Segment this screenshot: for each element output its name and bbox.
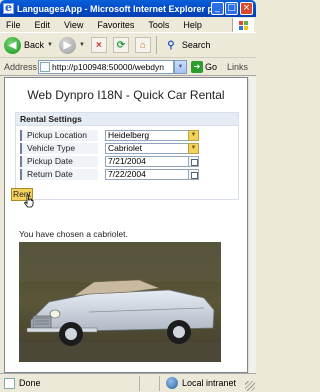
go-arrow-icon[interactable]: ➜ [191, 60, 203, 73]
refresh-icon[interactable]: ⟳ [112, 37, 129, 53]
page-title: Web Dynpro I18N - Quick Car Rental [27, 88, 225, 102]
menu-view[interactable]: View [60, 20, 83, 30]
window-titlebar: LanguagesApp - Microsoft Internet Explor… [0, 0, 256, 17]
chevron-down-icon[interactable]: ▼ [188, 143, 199, 154]
group-title: Rental Settings [16, 113, 238, 126]
calendar-icon[interactable] [188, 156, 199, 167]
address-url: http://p100948:50000/webdyn [52, 61, 165, 72]
rental-settings-group: Rental Settings Pickup Location Heidelbe… [15, 112, 239, 200]
links-label[interactable]: Links [227, 62, 248, 72]
go-button-label[interactable]: Go [205, 62, 217, 72]
back-dropdown-icon[interactable]: ▼ [47, 42, 53, 48]
menu-edit[interactable]: Edit [31, 20, 51, 30]
address-dropdown-icon[interactable]: ▼ [174, 59, 187, 74]
pickup-date-input[interactable]: 7/21/2004 [105, 156, 189, 167]
search-button-label[interactable]: Search [182, 40, 211, 50]
vehicle-type-select[interactable]: Cabriolet [105, 143, 189, 154]
vehicle-type-row: Vehicle Type Cabriolet ▼ [20, 143, 234, 154]
vehicle-type-label: Vehicle Type [20, 143, 98, 154]
return-date-input[interactable]: 7/22/2004 [105, 169, 189, 180]
address-input[interactable]: http://p100948:50000/webdyn [38, 59, 174, 74]
status-text: Done [19, 378, 41, 388]
back-arrow-icon[interactable]: ◀ [4, 36, 21, 54]
pickup-location-label: Pickup Location [20, 130, 98, 141]
pickup-date-label: Pickup Date [20, 156, 98, 167]
calendar-icon[interactable] [188, 169, 199, 180]
window-title: LanguagesApp - Microsoft Internet Explor… [17, 3, 213, 14]
menu-file[interactable]: File [2, 20, 21, 30]
menu-help[interactable]: Help [179, 20, 202, 30]
close-button[interactable]: × [240, 2, 253, 15]
stop-icon[interactable]: × [90, 37, 107, 53]
hand-cursor-icon [23, 194, 34, 208]
pickup-location-row: Pickup Location Heidelberg ▼ [20, 130, 234, 141]
address-label: Address [4, 61, 38, 72]
toolbar-separator [155, 36, 157, 54]
address-bar: Address http://p100948:50000/webdyn ▼ ➜ … [0, 58, 256, 76]
status-zone: Local intranet [182, 378, 237, 388]
maximize-button[interactable]: □ [225, 2, 238, 15]
car-image [19, 242, 221, 362]
status-panel [139, 375, 159, 391]
windows-logo-icon [232, 18, 254, 32]
selection-message: You have chosen a cabriolet. [19, 229, 128, 239]
page-icon [40, 61, 50, 72]
pickup-date-row: Pickup Date 7/21/2004 [20, 156, 234, 167]
return-date-label: Return Date [20, 169, 98, 180]
resize-grip-icon[interactable] [245, 381, 255, 391]
menu-favorites[interactable]: Favorites [93, 20, 134, 30]
search-icon[interactable]: ⚲ [163, 37, 179, 53]
intranet-globe-icon [166, 377, 178, 389]
vertical-scrollbar[interactable] [248, 77, 256, 373]
minimize-button[interactable]: _ [211, 2, 224, 15]
menu-tools[interactable]: Tools [144, 20, 169, 30]
chevron-down-icon[interactable]: ▼ [188, 130, 199, 141]
back-button-label[interactable]: Back [24, 40, 44, 50]
forward-arrow-icon[interactable]: ▶ [58, 36, 76, 54]
home-icon[interactable]: ⌂ [134, 37, 151, 53]
status-panel [159, 375, 160, 391]
return-date-row: Return Date 7/22/2004 [20, 169, 234, 180]
page-status-icon [4, 377, 15, 389]
browser-toolbar: ◀ Back ▼ ▶ ▼ × ⟳ ⌂ ⚲ Search [0, 33, 256, 58]
ie-logo-icon [3, 1, 14, 14]
forward-dropdown-icon[interactable]: ▼ [79, 42, 85, 48]
page-content: Web Dynpro I18N - Quick Car Rental Renta… [4, 77, 248, 373]
status-bar: Done Local intranet [0, 373, 256, 392]
pickup-location-select[interactable]: Heidelberg [105, 130, 189, 141]
menu-bar: File Edit View Favorites Tools Help [0, 17, 256, 33]
